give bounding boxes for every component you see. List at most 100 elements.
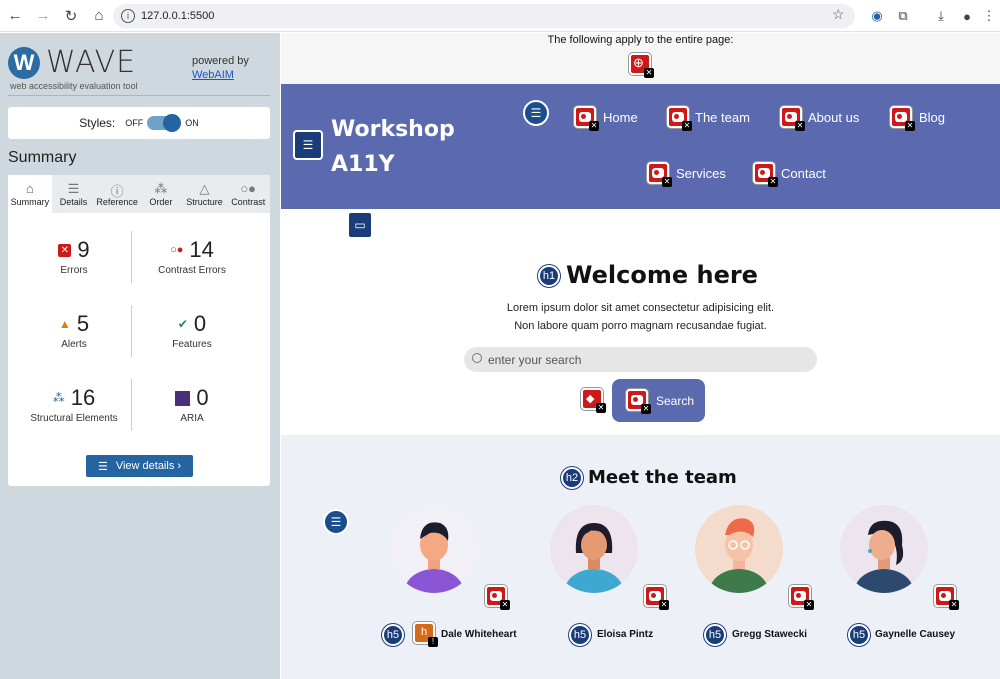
error-x-icon: ✕: [804, 600, 814, 610]
avatar: [390, 505, 478, 593]
extensions-puzzle-icon[interactable]: ⧉: [894, 7, 912, 25]
summary-panel: ⌂ Summary ☰ Details ⓘ Reference ⁂ Order …: [8, 175, 270, 486]
image-error-icon[interactable]: ✕: [644, 585, 669, 610]
nav-services[interactable]: Services: [676, 166, 726, 181]
wave-extension-icon[interactable]: ◉: [868, 7, 886, 25]
search-input[interactable]: [464, 347, 817, 372]
h1-badge[interactable]: h1: [538, 265, 560, 287]
view-details-button[interactable]: ☰ View details ›: [86, 455, 193, 477]
tab-order[interactable]: ⁂ Order: [139, 175, 183, 213]
forward-icon[interactable]: →: [30, 3, 56, 29]
h5-badge[interactable]: h5: [569, 624, 591, 646]
errors-stat[interactable]: ✕ 9 Errors: [14, 237, 134, 276]
alerts-label: Alerts: [61, 339, 87, 350]
tag-icon: ◆: [586, 393, 595, 405]
styles-toggle-box: Styles: OFF ON: [8, 107, 270, 139]
contrast-errors-count: 14: [189, 237, 214, 262]
team-list-icon[interactable]: ☰: [323, 509, 349, 535]
list-icon: ☰: [67, 181, 80, 196]
tab-reference[interactable]: ⓘ Reference: [95, 175, 139, 213]
site-title[interactable]: Workshop A11Y: [331, 112, 491, 182]
tab-contrast[interactable]: ○● Contrast: [226, 175, 270, 213]
structural-stat[interactable]: ⁂ 16 Structural Elements: [14, 385, 134, 424]
error-x-icon: ✕: [662, 177, 672, 187]
feature-check-icon: ✔: [177, 317, 188, 331]
team-section: h2 Meet the team ☰ ✕ h5 h ! Dale Whitehe…: [281, 435, 1000, 679]
wave-w-icon: W: [8, 46, 40, 79]
error-x-icon: ✕: [768, 177, 778, 187]
tab-details[interactable]: ☰ Details: [52, 175, 96, 213]
page-viewport: The following apply to the entire page: …: [281, 33, 1000, 679]
back-icon[interactable]: ←: [2, 3, 28, 29]
image-error-icon[interactable]: ✕: [647, 162, 672, 187]
image-error-icon[interactable]: ✕: [934, 585, 959, 610]
features-stat[interactable]: ✔ 0 Features: [132, 311, 252, 350]
alerts-stat[interactable]: ▲ 5 Alerts: [14, 311, 134, 350]
image-error-icon[interactable]: ✕: [780, 106, 805, 131]
heading-alert-icon[interactable]: h !: [413, 622, 438, 647]
image-error-icon[interactable]: ✕: [626, 389, 651, 414]
avatar: [695, 505, 783, 593]
structure-icon: △: [199, 181, 210, 196]
errors-label: Errors: [60, 265, 88, 276]
image-error-icon[interactable]: ✕: [890, 106, 915, 131]
error-x-icon: ✕: [795, 121, 805, 131]
h5-badge[interactable]: h5: [382, 624, 404, 646]
h5-badge[interactable]: h5: [848, 624, 870, 646]
site-info-icon[interactable]: i: [121, 9, 135, 23]
address-bar[interactable]: i 127.0.0.1:5500: [113, 4, 855, 28]
hero-section: ▭ h1 Welcome here Lorem ipsum dolor sit …: [281, 209, 1000, 435]
avatar-illustration: [709, 518, 769, 593]
image-error-icon[interactable]: ✕: [485, 585, 510, 610]
avatar: [840, 505, 928, 593]
aria-stat[interactable]: 0 ARIA: [132, 385, 252, 424]
toggle-knob[interactable]: [163, 114, 182, 132]
tab-structure[interactable]: △ Structure: [183, 175, 227, 213]
h2-badge[interactable]: h2: [561, 467, 583, 489]
powered-by-label: powered by: [192, 55, 249, 67]
image-error-icon[interactable]: ✕: [789, 585, 814, 610]
structural-count: 16: [70, 385, 96, 410]
image-error-icon[interactable]: ✕: [574, 106, 599, 131]
avatar-illustration: [564, 523, 624, 593]
wave-sidebar: W WAVE web accessibility evaluation tool…: [0, 33, 280, 679]
aria-label: ARIA: [180, 413, 204, 424]
contrast-errors-stat[interactable]: ○● 14 Contrast Errors: [132, 237, 252, 276]
tab-summary[interactable]: ⌂ Summary: [8, 175, 52, 213]
download-icon[interactable]: ⤓: [932, 7, 950, 25]
label-error-icon[interactable]: ◆ ✕: [581, 388, 606, 413]
team-title: Meet the team: [588, 467, 737, 488]
h5-badge[interactable]: h5: [704, 624, 726, 646]
profile-avatar[interactable]: ●: [958, 7, 976, 25]
styles-label: Styles:: [79, 116, 116, 130]
image-error-icon[interactable]: ✕: [753, 162, 778, 187]
search-icon: [472, 353, 482, 363]
nav-list-icon[interactable]: ☰: [523, 100, 549, 126]
nav-about-us[interactable]: About us: [808, 110, 859, 125]
nav-blog[interactable]: Blog: [919, 110, 945, 125]
tab-label: Order: [149, 197, 173, 207]
features-count: 0: [193, 311, 207, 336]
nav-contact[interactable]: Contact: [781, 166, 826, 181]
h-glyph-icon: h: [421, 626, 428, 638]
features-label: Features: [172, 339, 212, 350]
header-landmark-icon[interactable]: ☰: [293, 130, 323, 160]
language-error-icon[interactable]: ⊕ ✕: [629, 53, 654, 78]
wave-logo-text: WAVE: [46, 45, 137, 80]
tab-label: Structure: [186, 197, 223, 207]
error-icon: ✕: [58, 243, 72, 257]
reload-icon[interactable]: ↻: [58, 3, 84, 29]
alert-x-icon: !: [428, 637, 438, 647]
home-icon[interactable]: ⌂: [86, 3, 112, 29]
styles-toggle[interactable]: [147, 114, 182, 132]
main-landmark-icon[interactable]: ▭: [347, 211, 373, 239]
bookmark-star-icon[interactable]: ☆: [832, 6, 845, 23]
nav-home[interactable]: Home: [603, 110, 638, 125]
menu-kebab-icon[interactable]: ⋮: [980, 7, 998, 25]
nav-the-team[interactable]: The team: [695, 110, 750, 125]
image-error-icon[interactable]: ✕: [667, 106, 692, 131]
tab-label: Details: [59, 197, 88, 207]
contrast-error-icon: ○●: [170, 244, 184, 256]
webaim-link[interactable]: WebAIM: [192, 69, 234, 81]
url-text: 127.0.0.1:5500: [141, 10, 215, 22]
